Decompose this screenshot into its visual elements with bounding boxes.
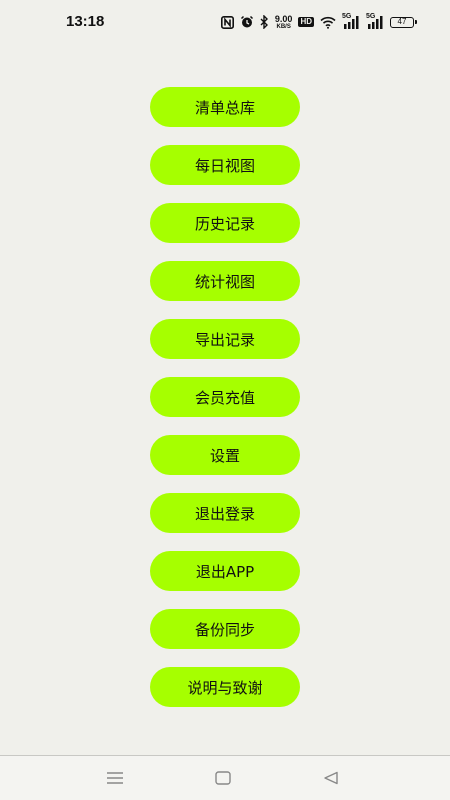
signal-sim1: 5G <box>342 13 360 29</box>
menu-button-history[interactable]: 历史记录 <box>150 203 300 243</box>
menu-button-exit-app[interactable]: 退出APP <box>150 551 300 591</box>
net-speed-value: 9.00 <box>274 13 293 24</box>
menu-button-backup-sync[interactable]: 备份同步 <box>150 609 300 649</box>
signal-sim2: 5G <box>366 13 384 29</box>
net-speed: 9.00 KB/S <box>274 13 293 30</box>
net-speed-unit: KB/S <box>276 23 291 30</box>
menu-button-daily-view[interactable]: 每日视图 <box>150 145 300 185</box>
menu-button-statistics-view[interactable]: 统计视图 <box>150 261 300 301</box>
menu-button-export-records[interactable]: 导出记录 <box>150 319 300 359</box>
back-icon[interactable] <box>320 768 342 788</box>
battery-icon: 47 <box>390 16 417 28</box>
sim2-label: 5G <box>366 13 376 20</box>
menu-button-membership-recharge[interactable]: 会员充值 <box>150 377 300 417</box>
hd-badge: HD <box>298 17 314 27</box>
menu-button-logout[interactable]: 退出登录 <box>150 493 300 533</box>
navigation-bar <box>0 755 450 800</box>
status-time: 13:18 <box>66 13 105 30</box>
menu-button-checklist-library[interactable]: 清单总库 <box>150 87 300 127</box>
menu-button-settings[interactable]: 设置 <box>150 435 300 475</box>
home-icon[interactable] <box>212 768 234 788</box>
alarm-icon <box>240 15 254 29</box>
status-bar: 13:18 9.00 KB/S HD 5G 5G 47 <box>0 0 450 44</box>
menu-button-about-credits[interactable]: 说明与致谢 <box>150 667 300 707</box>
wifi-icon <box>320 16 336 29</box>
sim1-label: 5G <box>342 13 352 20</box>
bluetooth-icon <box>260 15 269 29</box>
main-menu: 清单总库 每日视图 历史记录 统计视图 导出记录 会员充值 设置 退出登录 退出… <box>150 87 300 725</box>
status-icons: 9.00 KB/S HD 5G 5G 47 <box>220 13 417 31</box>
nfc-icon <box>220 15 234 29</box>
menu-icon[interactable] <box>104 768 126 788</box>
